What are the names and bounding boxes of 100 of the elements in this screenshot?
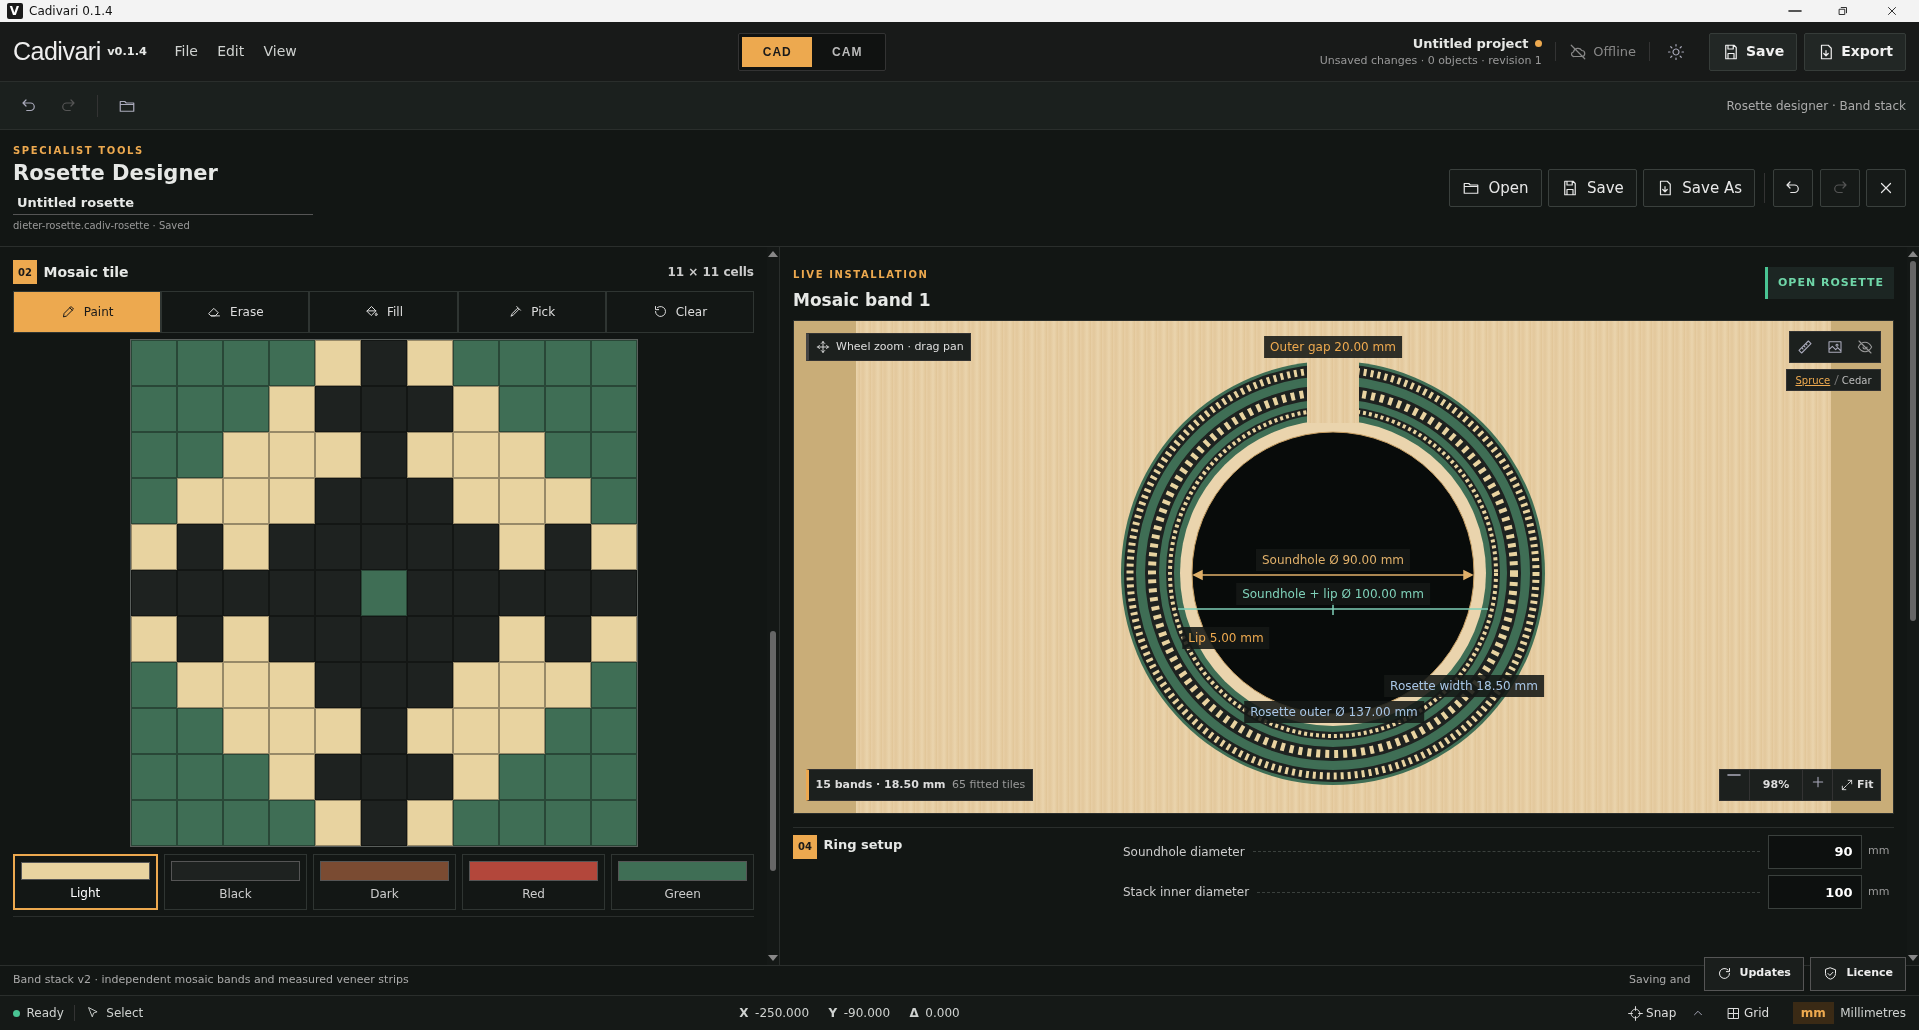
tile-cell[interactable]	[452, 386, 499, 432]
tile-cell[interactable]	[590, 754, 637, 800]
tile-cell[interactable]	[360, 708, 407, 754]
tile-cell[interactable]	[452, 524, 499, 570]
tile-cell[interactable]	[360, 616, 407, 662]
tile-cell[interactable]	[222, 386, 269, 432]
tile-cell[interactable]	[360, 662, 407, 708]
menu-item[interactable]: Edit	[209, 37, 253, 66]
export-button[interactable]: Export	[1803, 32, 1906, 71]
tile-cell[interactable]	[498, 754, 545, 800]
tile-cell[interactable]	[130, 432, 177, 478]
tile-cell[interactable]	[268, 754, 315, 800]
tile-cell[interactable]	[406, 754, 453, 800]
tile-cell[interactable]	[498, 478, 545, 524]
tile-cell[interactable]	[268, 570, 315, 616]
tile-cell[interactable]	[452, 340, 499, 386]
color-swatch[interactable]: Red	[462, 853, 605, 910]
tile-cell[interactable]	[130, 524, 177, 570]
tool-tab[interactable]: Pick	[457, 290, 606, 333]
tile-cell[interactable]	[130, 570, 177, 616]
tile-cell[interactable]	[176, 478, 223, 524]
tile-cell[interactable]	[452, 570, 499, 616]
tile-cell[interactable]	[360, 432, 407, 478]
tool-tab[interactable]: Clear	[605, 290, 754, 333]
tile-cell[interactable]	[314, 340, 361, 386]
licence-button[interactable]: Licence	[1810, 956, 1906, 991]
tile-cell[interactable]	[590, 478, 637, 524]
tile-cell[interactable]	[176, 386, 223, 432]
menu-item[interactable]: View	[255, 37, 305, 66]
number-input[interactable]: 90	[1767, 834, 1862, 869]
tile-cell[interactable]	[360, 570, 407, 616]
tile-cell[interactable]	[130, 754, 177, 800]
tile-cell[interactable]	[268, 616, 315, 662]
color-swatch[interactable]: Light	[13, 853, 158, 910]
tile-cell[interactable]	[360, 478, 407, 524]
tile-cell[interactable]	[176, 432, 223, 478]
tile-cell[interactable]	[406, 708, 453, 754]
tile-cell[interactable]	[360, 754, 407, 800]
tile-cell[interactable]	[130, 662, 177, 708]
tile-cell[interactable]	[176, 754, 223, 800]
tile-cell[interactable]	[544, 524, 591, 570]
tile-cell[interactable]	[176, 524, 223, 570]
tile-cell[interactable]	[222, 662, 269, 708]
tile-cell[interactable]	[268, 524, 315, 570]
tile-cell[interactable]	[222, 800, 269, 846]
tile-cell[interactable]	[222, 708, 269, 754]
tile-cell[interactable]	[452, 708, 499, 754]
tile-cell[interactable]	[268, 662, 315, 708]
color-swatch[interactable]: Black	[164, 853, 307, 910]
tile-cell[interactable]	[590, 386, 637, 432]
tile-cell[interactable]	[130, 616, 177, 662]
tile-cell[interactable]	[544, 800, 591, 846]
save-button[interactable]: Save	[1708, 32, 1798, 71]
wood-option[interactable]: Cedar	[1839, 372, 1874, 388]
close-button[interactable]	[1866, 169, 1906, 207]
tile-cell[interactable]	[314, 432, 361, 478]
tile-cell[interactable]	[222, 570, 269, 616]
tile-cell[interactable]	[544, 662, 591, 708]
tile-cell[interactable]	[176, 800, 223, 846]
tile-cell[interactable]	[268, 478, 315, 524]
tile-cell[interactable]	[176, 616, 223, 662]
tool-tab[interactable]: Paint	[13, 290, 162, 333]
tool-tab[interactable]: Erase	[161, 290, 310, 333]
folder-button[interactable]: Open	[1449, 169, 1542, 207]
tile-cell[interactable]	[498, 708, 545, 754]
tile-cell[interactable]	[590, 662, 637, 708]
tile-cell[interactable]	[176, 340, 223, 386]
tile-cell[interactable]	[406, 662, 453, 708]
tile-cell[interactable]	[498, 800, 545, 846]
tile-cell[interactable]	[222, 616, 269, 662]
tile-cell[interactable]	[590, 708, 637, 754]
fit-button[interactable]: Fit	[1832, 770, 1880, 800]
tile-cell[interactable]	[590, 524, 637, 570]
tile-cell[interactable]	[222, 340, 269, 386]
tile-cell[interactable]	[268, 432, 315, 478]
tile-cell[interactable]	[544, 708, 591, 754]
tile-cell[interactable]	[406, 432, 453, 478]
tile-cell[interactable]	[222, 432, 269, 478]
tile-cell[interactable]	[130, 386, 177, 432]
tile-cell[interactable]	[544, 340, 591, 386]
tile-cell[interactable]	[314, 478, 361, 524]
tile-cell[interactable]	[406, 800, 453, 846]
tile-cell[interactable]	[360, 800, 407, 846]
tile-cell[interactable]	[498, 432, 545, 478]
tile-cell[interactable]	[314, 754, 361, 800]
tile-cell[interactable]	[130, 708, 177, 754]
tile-cell[interactable]	[544, 754, 591, 800]
tile-cell[interactable]	[222, 478, 269, 524]
color-swatch[interactable]: Green	[611, 853, 754, 910]
tile-cell[interactable]	[314, 386, 361, 432]
tile-cell[interactable]	[498, 386, 545, 432]
tile-cell[interactable]	[544, 570, 591, 616]
grid-toggle[interactable]: Grid	[1721, 1000, 1774, 1026]
tile-cell[interactable]	[314, 800, 361, 846]
mode-tab[interactable]: CAD	[742, 36, 813, 67]
tile-cell[interactable]	[590, 570, 637, 616]
tile-cell[interactable]	[590, 800, 637, 846]
tile-cell[interactable]	[268, 340, 315, 386]
tile-cell[interactable]	[360, 524, 407, 570]
tile-cell[interactable]	[268, 708, 315, 754]
